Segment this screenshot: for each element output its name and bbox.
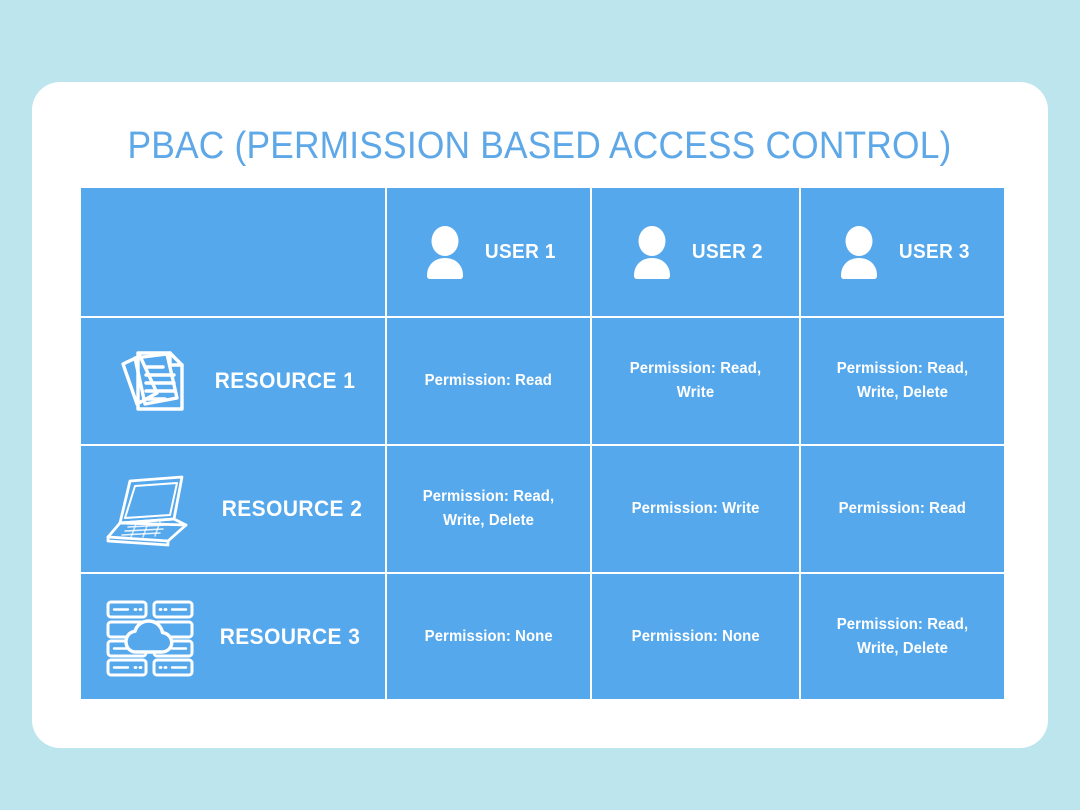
page-title: PBAC (Permission Based Access Control) [127, 125, 952, 167]
laptop-icon [100, 469, 200, 549]
matrix-corner-cell [81, 188, 385, 316]
column-header-label: USER 3 [899, 240, 970, 263]
permission-cell-r2-u2: Permission: Write [592, 446, 799, 572]
row-header-label: RESOURCE 1 [214, 368, 356, 393]
permission-text: Permission: Read, Write, Delete [836, 360, 969, 401]
column-header-user-2: USER 2 [592, 188, 799, 316]
permission-cell-r1-u3: Permission: Read, Write, Delete [801, 318, 1004, 444]
permission-text: Permission: Read [424, 372, 553, 389]
permission-cell-r2-u3: Permission: Read [801, 446, 1004, 572]
row-header-label: RESOURCE 2 [221, 496, 363, 521]
documents-icon [107, 338, 193, 424]
permission-text: Permission: Read, Write [629, 360, 762, 401]
user-icon [833, 224, 885, 280]
permission-text: Permission: Read, Write, Delete [836, 615, 969, 657]
permission-text: Permission: None [631, 627, 760, 645]
user-icon [626, 224, 678, 280]
row-header-resource-2: RESOURCE 2 [81, 446, 385, 572]
permission-cell-r1-u1: Permission: Read [387, 318, 590, 444]
permission-text: Permission: Write [631, 500, 760, 517]
servers-cloud-icon [102, 596, 198, 678]
permission-text: Permission: Read, Write, Delete [422, 488, 555, 529]
permission-cell-r3-u1: Permission: None [387, 574, 590, 699]
row-header-label: RESOURCE 3 [219, 623, 361, 649]
column-header-label: USER 2 [692, 240, 763, 263]
permission-cell-r3-u3: Permission: Read, Write, Delete [801, 574, 1004, 699]
permission-text: Permission: None [424, 627, 553, 645]
row-header-resource-1: RESOURCE 1 [81, 318, 385, 444]
column-header-user-1: USER 1 [387, 188, 590, 316]
row-header-resource-3: RESOURCE 3 [81, 574, 385, 699]
permission-cell-r1-u2: Permission: Read, Write [592, 318, 799, 444]
permission-text: Permission: Read [838, 500, 967, 517]
column-header-user-3: USER 3 [801, 188, 1004, 316]
column-header-label: USER 1 [485, 240, 556, 263]
permission-cell-r3-u2: Permission: None [592, 574, 799, 699]
permission-cell-r2-u1: Permission: Read, Write, Delete [387, 446, 590, 572]
permission-matrix-table: USER 1 USER 2 USER 3 RESOURCE 1 Permissi… [81, 188, 1004, 699]
user-icon [419, 224, 471, 280]
